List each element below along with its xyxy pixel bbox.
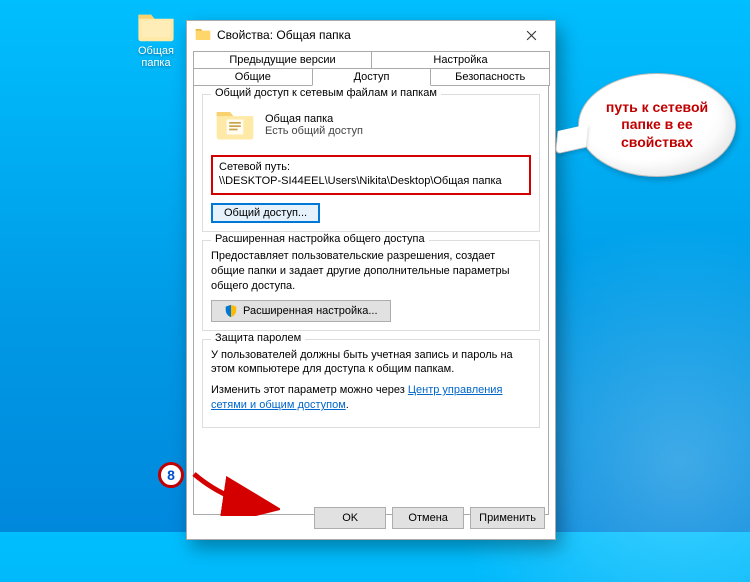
folder-icon	[215, 107, 255, 143]
close-icon	[526, 30, 537, 41]
tab-customize[interactable]: Настройка	[371, 51, 550, 69]
desktop-folder-label: Общая папка	[126, 45, 186, 69]
advanced-sharing-button[interactable]: Расширенная настройка...	[211, 300, 391, 322]
share-status: Есть общий доступ	[265, 125, 363, 137]
tab-sharing[interactable]: Доступ	[312, 68, 432, 86]
callout-text: путь к сетевой папке в ее свойствах	[578, 73, 736, 177]
dialog-button-row: OK Отмена Применить	[314, 507, 545, 529]
change-prefix: Изменить этот параметр можно через	[211, 384, 408, 396]
group-password-protection: Защита паролем У пользователей должны бы…	[202, 339, 540, 428]
network-path-label: Сетевой путь:	[219, 161, 523, 173]
group-legend: Общий доступ к сетевым файлам и папкам	[211, 87, 441, 99]
advanced-desc: Предоставляет пользовательские разрешени…	[211, 249, 531, 294]
apply-button[interactable]: Применить	[470, 507, 545, 529]
cancel-button[interactable]: Отмена	[392, 507, 464, 529]
tab-panel-sharing: Общий доступ к сетевым файлам и папкам О…	[193, 85, 549, 515]
annotation-callout: путь к сетевой папке в ее свойствах	[578, 73, 738, 177]
group-legend: Расширенная настройка общего доступа	[211, 233, 429, 245]
advanced-sharing-button-label: Расширенная настройка...	[243, 305, 378, 317]
password-change-line: Изменить этот параметр можно через Центр…	[211, 383, 531, 413]
dialog-title: Свойства: Общая папка	[217, 28, 511, 42]
dot: .	[346, 399, 349, 411]
shield-icon	[224, 304, 238, 318]
share-button[interactable]: Общий доступ...	[211, 203, 320, 223]
network-path-box: Сетевой путь: \\DESKTOP-SI44EEL\Users\Ni…	[211, 155, 531, 195]
desktop-folder-shortcut[interactable]: Общая папка	[126, 10, 186, 69]
properties-dialog: Свойства: Общая папка Предыдущие версии …	[186, 20, 556, 540]
tab-general[interactable]: Общие	[193, 68, 313, 86]
folder-icon	[136, 10, 176, 42]
group-advanced-sharing: Расширенная настройка общего доступа Пре…	[202, 240, 540, 331]
tab-security[interactable]: Безопасность	[430, 68, 550, 86]
step-badge: 8	[158, 462, 184, 488]
titlebar[interactable]: Свойства: Общая папка	[187, 21, 555, 49]
group-legend: Защита паролем	[211, 332, 305, 344]
ok-button[interactable]: OK	[314, 507, 386, 529]
tab-strip: Предыдущие версии Настройка Общие Доступ…	[187, 49, 555, 86]
tab-previous-versions[interactable]: Предыдущие версии	[193, 51, 372, 69]
network-path-value[interactable]: \\DESKTOP-SI44EEL\Users\Nikita\Desktop\О…	[219, 175, 523, 187]
close-button[interactable]	[511, 23, 551, 47]
shared-folder-name: Общая папка	[265, 113, 363, 125]
group-network-share: Общий доступ к сетевым файлам и папкам О…	[202, 94, 540, 232]
password-desc: У пользователей должны быть учетная запи…	[211, 348, 531, 378]
folder-icon	[195, 27, 211, 43]
